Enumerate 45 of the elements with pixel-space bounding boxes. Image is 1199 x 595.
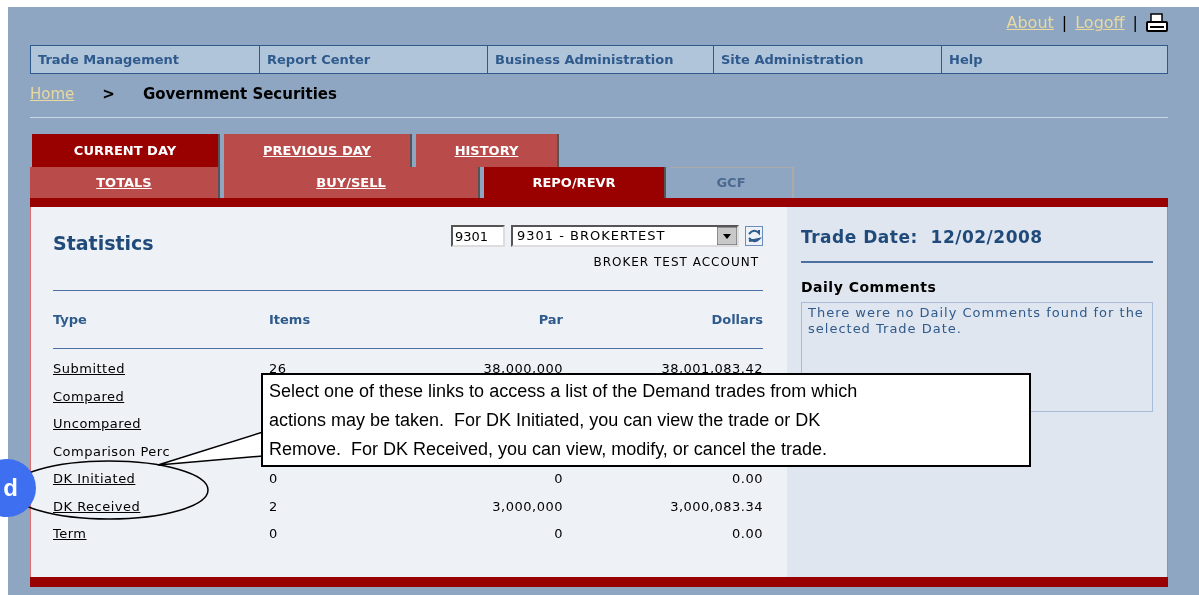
- table-cell-text: 3,000,000: [491, 497, 563, 516]
- column-header: Par: [537, 310, 563, 329]
- type-link[interactable]: Uncompared: [53, 414, 142, 434]
- table-cell-text: 0: [553, 525, 563, 543]
- link-separator: |: [1132, 12, 1138, 34]
- dropdown-arrow-icon: [717, 227, 737, 245]
- column-header: Type: [53, 310, 88, 329]
- trade-date: Trade Date: 12/02/2008: [801, 226, 1044, 249]
- daily-comments-title: Daily Comments: [801, 277, 938, 297]
- page-title: Government Securities: [142, 83, 337, 105]
- table-cell-text: 3,000,083.34: [669, 497, 763, 516]
- type-link[interactable]: Term: [53, 524, 87, 544]
- nav-menu-item[interactable]: Trade Management: [31, 46, 259, 73]
- tab[interactable]: REPO/REVR: [484, 167, 666, 198]
- type-link[interactable]: Submitted: [53, 359, 125, 379]
- nav-menu-item[interactable]: Help: [941, 46, 1167, 73]
- printer-icon[interactable]: [1146, 13, 1168, 33]
- table-cell-text: 0: [553, 470, 563, 488]
- link-separator: |: [1061, 12, 1068, 34]
- tab[interactable]: PREVIOUS DAY: [224, 134, 412, 167]
- refresh-icon[interactable]: [745, 226, 763, 246]
- account-dropdown[interactable]: 9301 - BROKERTEST: [511, 225, 739, 247]
- type-link[interactable]: DK Initiated: [53, 469, 136, 489]
- type-link[interactable]: Compared: [53, 386, 125, 406]
- nav-menu-item[interactable]: Report Center: [259, 46, 487, 73]
- nav-menu-item[interactable]: Site Administration: [713, 46, 941, 73]
- tab[interactable]: TOTALS: [30, 167, 220, 198]
- breadcrumb-separator: >: [102, 83, 115, 105]
- tab[interactable]: HISTORY: [416, 134, 559, 167]
- table-cell-text: 0.00: [731, 470, 763, 488]
- table-cell-text: 0: [269, 470, 279, 488]
- table-cell-text: 0: [269, 525, 279, 543]
- tab[interactable]: BUY/SELL: [224, 167, 480, 198]
- type-link[interactable]: DK Received: [53, 496, 141, 516]
- callout-tooltip: Select one of these links to access a list of the Demand trades from which actions may be taken. For DK Initiated, you can view the trade or DK Remove. For DK Received, you can view, modify, or cancel the trade.: [261, 373, 1031, 467]
- table-cell-text: 0.00: [731, 525, 763, 543]
- table-cell-text: 2: [269, 497, 279, 516]
- account-code-field[interactable]: 9301: [451, 225, 505, 247]
- section-title: Statistics: [53, 231, 154, 256]
- column-header: Items: [269, 310, 312, 329]
- account-name: BROKER TEST ACCOUNT: [593, 254, 759, 271]
- nav-menu-item[interactable]: Business Administration: [487, 46, 713, 73]
- tab[interactable]: CURRENT DAY: [32, 134, 220, 167]
- column-header: Dollars: [710, 310, 763, 329]
- type-label: Comparison Perc: [53, 442, 171, 461]
